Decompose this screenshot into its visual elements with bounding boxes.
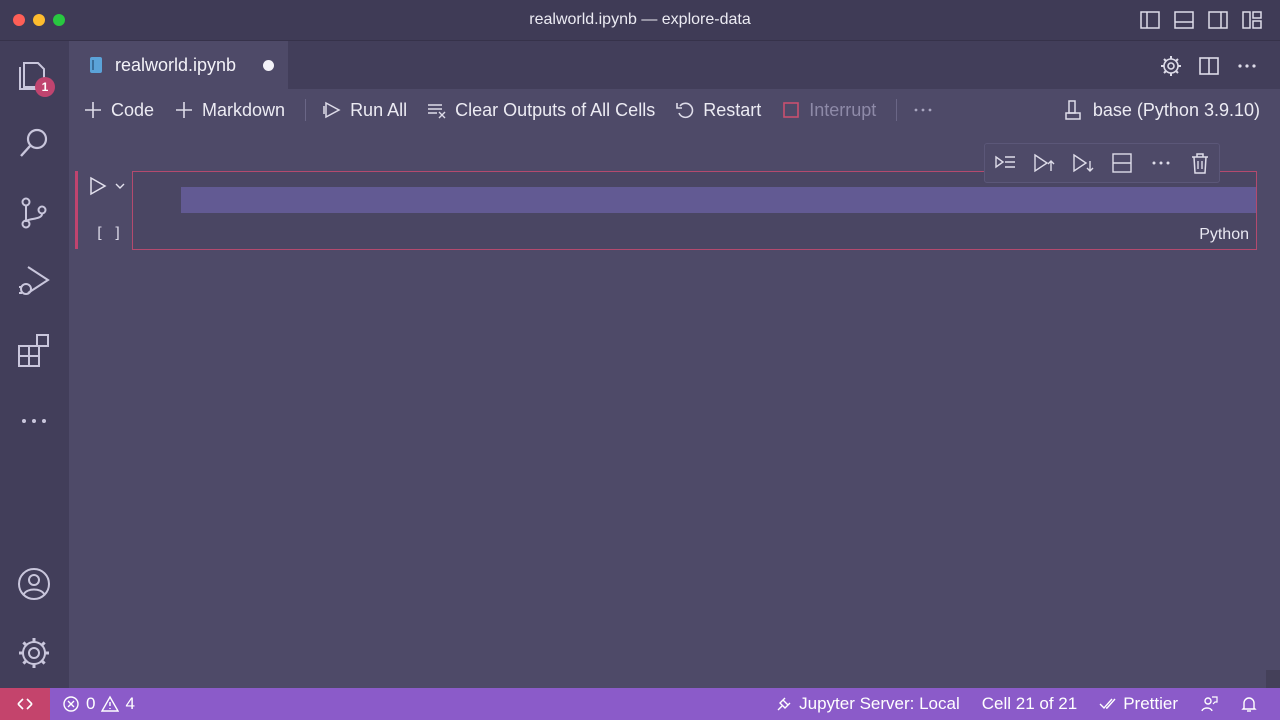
- remote-icon: [17, 698, 33, 710]
- run-below-icon[interactable]: [1071, 151, 1095, 175]
- activity-bar: [0, 41, 69, 688]
- cell-language-label[interactable]: Python: [1199, 226, 1249, 244]
- restart-kernel-button[interactable]: Restart: [675, 100, 761, 121]
- cell-position-label: Cell 21 of 21: [981, 694, 1078, 713]
- more-actions-icon[interactable]: [1236, 55, 1258, 77]
- plus-icon: [176, 102, 193, 118]
- source-control-icon[interactable]: [16, 195, 52, 231]
- delete-cell-icon[interactable]: [1188, 151, 1212, 175]
- customize-layout-icon[interactable]: [1242, 11, 1262, 29]
- more-views-icon[interactable]: [16, 403, 52, 439]
- clear-outputs-label: Clear Outputs of All Cells: [455, 99, 656, 120]
- stop-icon: [783, 102, 800, 118]
- cell-position-status[interactable]: Cell 21 of 21: [982, 694, 1077, 714]
- interrupt-kernel-button[interactable]: Interrupt: [781, 100, 876, 121]
- jupyter-server-label: Jupyter Server: Local: [799, 694, 960, 713]
- run-and-debug-icon[interactable]: [16, 263, 52, 299]
- execution-count: [ ]: [95, 224, 123, 242]
- split-cell-icon[interactable]: [1110, 151, 1134, 175]
- execute-cell-icon[interactable]: [88, 176, 108, 196]
- kernel-picker[interactable]: base (Python 3.9.10): [1063, 99, 1260, 121]
- error-icon: [63, 696, 79, 712]
- kernel-label: base (Python 3.9.10): [1092, 99, 1260, 120]
- plus-icon: [85, 102, 101, 118]
- remote-indicator[interactable]: [0, 688, 50, 720]
- clear-all-icon: [428, 104, 446, 119]
- double-check-icon: [1099, 698, 1116, 710]
- search-icon[interactable]: [16, 125, 52, 161]
- chevron-down-icon[interactable]: [114, 180, 126, 192]
- run-all-label: Run All: [350, 99, 408, 120]
- markdown-label: Markdown: [202, 99, 286, 120]
- toggle-secondary-sidebar-icon[interactable]: [1208, 11, 1228, 29]
- toolbar-more-button[interactable]: [913, 100, 933, 120]
- unsaved-changes-dot[interactable]: [263, 60, 274, 71]
- current-line-highlight: [181, 187, 1256, 213]
- toolbar-divider: [896, 99, 898, 121]
- run-all-button[interactable]: Run All: [322, 100, 407, 121]
- clear-outputs-button[interactable]: Clear Outputs of All Cells: [427, 100, 655, 121]
- restart-icon: [676, 102, 694, 119]
- jupyter-server-status[interactable]: Jupyter Server: Local: [775, 694, 960, 714]
- add-code-cell-button[interactable]: Code: [83, 100, 154, 121]
- feedback-icon: [1201, 696, 1218, 712]
- warning-icon: [101, 695, 120, 712]
- window-title: realworld.ipynb — explore-data: [529, 11, 751, 28]
- interrupt-label: Interrupt: [809, 99, 877, 120]
- error-count: 0: [86, 694, 96, 713]
- cell-focus-indicator: [75, 171, 78, 249]
- restart-label: Restart: [703, 99, 762, 120]
- explorer-badge: 1: [35, 77, 55, 97]
- toolbar-divider: [305, 99, 307, 121]
- cell-toolbar: [984, 143, 1220, 183]
- status-bar: 0 4 Jupyter Server: Local Cell 21 of 21 …: [0, 688, 1280, 720]
- cell-more-icon[interactable]: [1149, 151, 1173, 175]
- bell-icon: [1241, 697, 1257, 712]
- prettier-status[interactable]: Prettier: [1099, 694, 1178, 714]
- notebook-toolbar: Code Markdown Run All Clear Outputs of A…: [69, 89, 1280, 131]
- plug-icon: [777, 697, 791, 711]
- notifications-status[interactable]: [1240, 695, 1258, 713]
- split-editor-icon[interactable]: [1198, 55, 1220, 77]
- title-bar: realworld.ipynb — explore-data: [0, 0, 1280, 41]
- scrollbar-thumb[interactable]: [1266, 670, 1280, 688]
- accounts-icon[interactable]: [16, 566, 52, 602]
- execute-above-icon[interactable]: [993, 151, 1017, 175]
- tab-label: realworld.ipynb: [115, 54, 237, 75]
- toggle-primary-sidebar-icon[interactable]: [1140, 11, 1160, 29]
- kernel-icon: [1065, 100, 1081, 120]
- run-above-icon[interactable]: [1032, 151, 1056, 175]
- manage-gear-icon[interactable]: [16, 635, 52, 671]
- extensions-icon[interactable]: [16, 333, 52, 369]
- settings-gear-icon[interactable]: [1160, 55, 1182, 77]
- notebook-file-icon: [89, 57, 103, 73]
- code-label: Code: [111, 99, 155, 120]
- problems-indicator[interactable]: 0 4: [62, 694, 135, 714]
- toggle-panel-icon[interactable]: [1174, 11, 1194, 29]
- prettier-label: Prettier: [1123, 694, 1178, 713]
- ellipsis-icon: [914, 108, 932, 112]
- run-all-icon: [323, 101, 341, 119]
- feedback-status[interactable]: [1200, 695, 1218, 713]
- editor-tab-bar: realworld.ipynb: [69, 41, 1280, 89]
- add-markdown-cell-button[interactable]: Markdown: [174, 100, 285, 121]
- warning-count: 4: [125, 694, 135, 713]
- tab-realworld-ipynb[interactable]: realworld.ipynb: [69, 41, 288, 89]
